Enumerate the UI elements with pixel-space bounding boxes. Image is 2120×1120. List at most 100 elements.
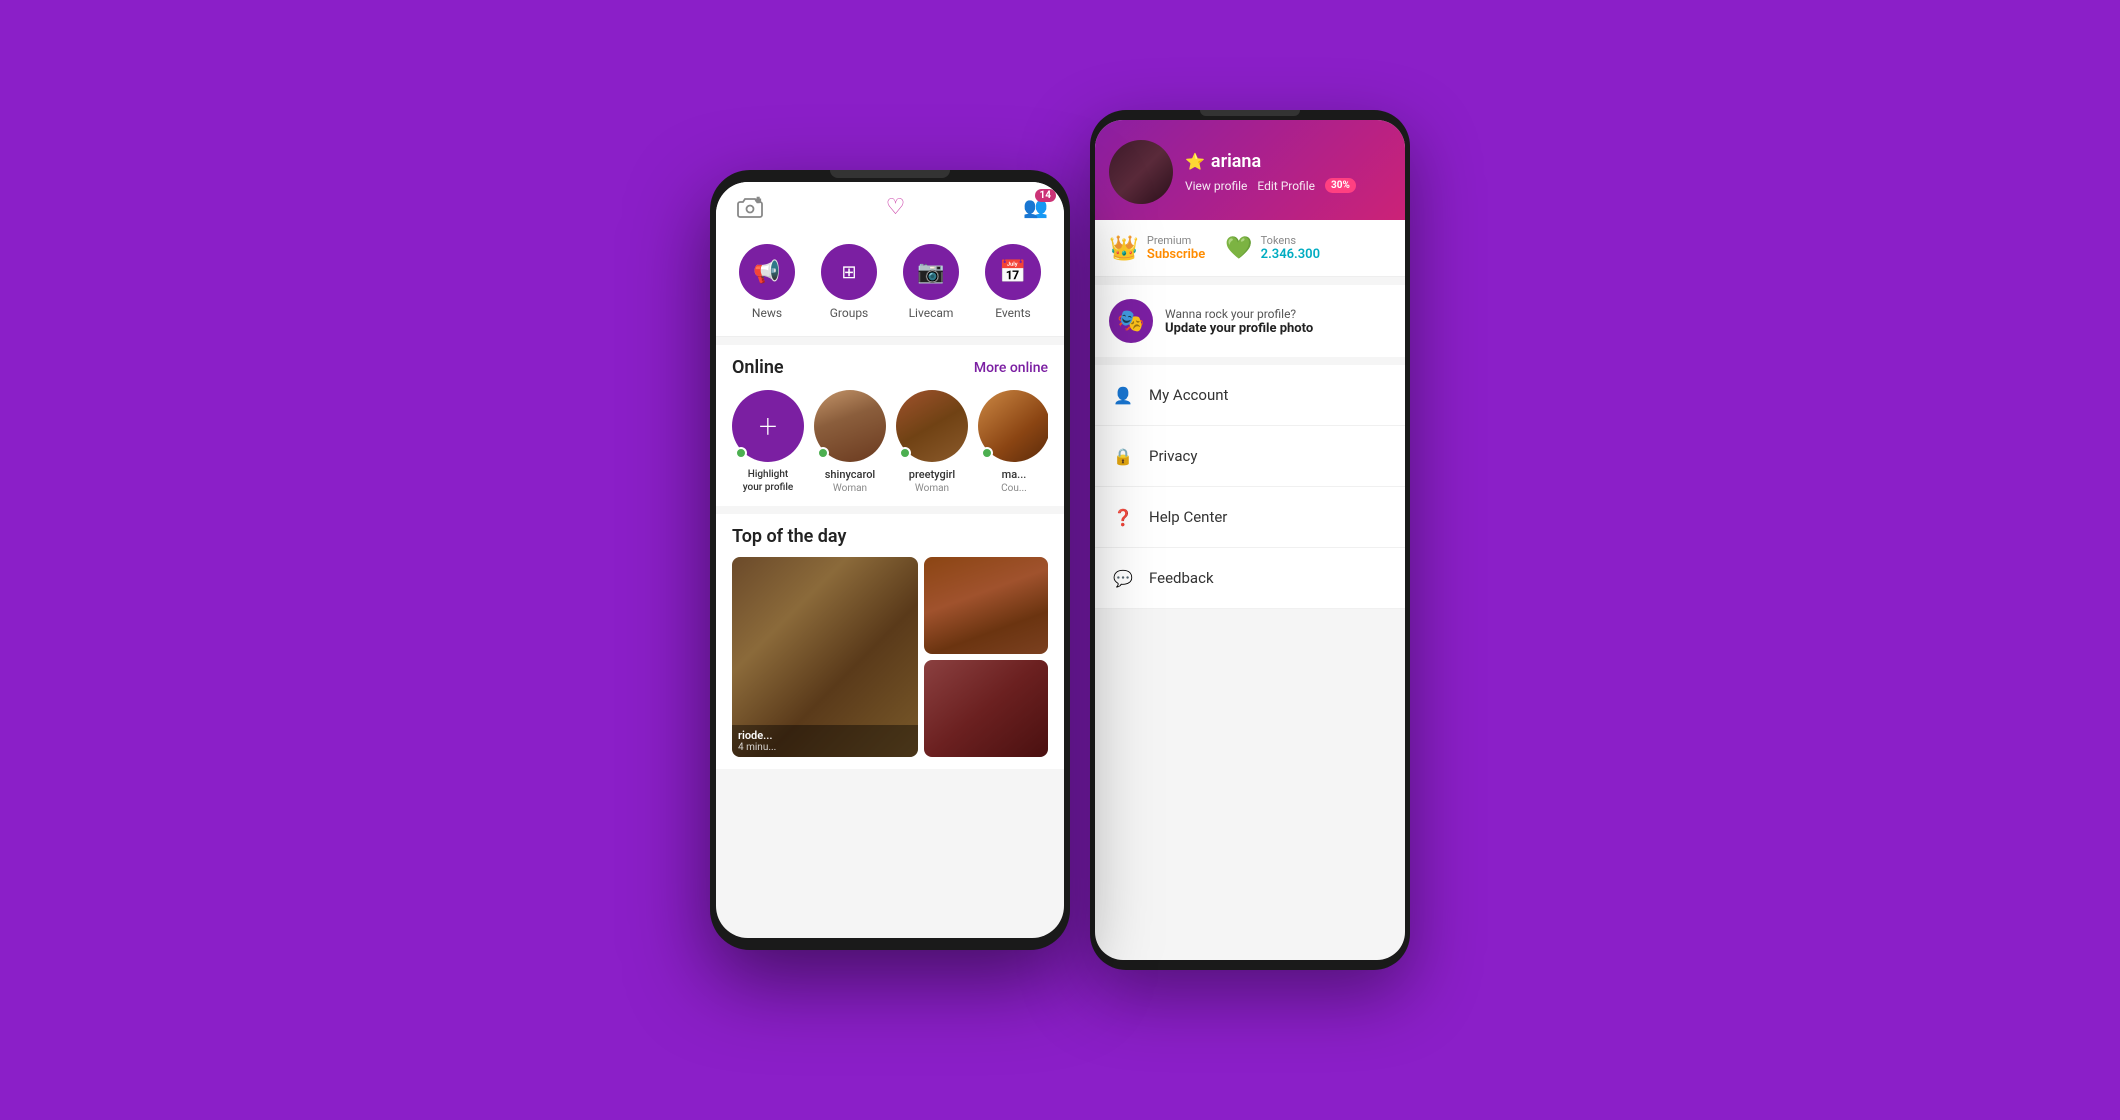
- profile-header: ⭐ ariana View profile Edit Profile 30%: [1095, 120, 1405, 220]
- subscribe-button[interactable]: Subscribe: [1147, 247, 1205, 262]
- profile-name-row: ⭐ ariana: [1185, 151, 1391, 172]
- phones-container: + ♡ 👥 14 📢 News: [710, 110, 1410, 1010]
- news-icon: 📢: [753, 260, 780, 285]
- nav-item-livecam[interactable]: 📷 Livecam: [903, 244, 959, 320]
- ma-sub: Cou...: [1001, 483, 1027, 494]
- status-bar: + ♡ 👥 14: [716, 182, 1064, 232]
- menu-item-my-account[interactable]: 👤 My Account: [1095, 365, 1405, 426]
- top-day-grid: riode... 4 minu...: [732, 557, 1048, 757]
- online-section: Online More online + Highlightyour profi…: [716, 345, 1064, 506]
- nav-label-news: News: [752, 306, 782, 320]
- online-dot-1: [817, 447, 829, 459]
- nav-icons-row: 📢 News ⊞ Groups 📷 Livecam: [716, 232, 1064, 337]
- nav-item-events[interactable]: 📅 Events: [985, 244, 1041, 320]
- profile-info: ⭐ ariana View profile Edit Profile 30%: [1185, 151, 1391, 193]
- nav-item-groups[interactable]: ⊞ Groups: [821, 244, 877, 320]
- menu-item-feedback[interactable]: 💬 Feedback: [1095, 548, 1405, 609]
- online-title: Online: [732, 357, 784, 378]
- people-notification[interactable]: 👥 14: [1023, 195, 1048, 219]
- tokens-section: 💚 Tokens 2.346.300: [1225, 234, 1320, 262]
- premium-tokens-row: 👑 Premium Subscribe 💚 Tokens 2.346.300: [1095, 220, 1405, 277]
- menu-item-privacy[interactable]: 🔒 Privacy: [1095, 426, 1405, 487]
- edit-profile-button[interactable]: Edit Profile: [1257, 179, 1315, 193]
- top-card-small-2[interactable]: [924, 660, 1048, 757]
- phone-1-notch: [830, 170, 950, 178]
- my-account-icon: 👤: [1109, 381, 1137, 409]
- nav-label-livecam: Livecam: [909, 306, 954, 320]
- notification-badge: 14: [1035, 189, 1056, 202]
- feedback-icon: 💬: [1109, 564, 1137, 592]
- shinycarol-name: shinycarol: [825, 468, 875, 481]
- phone-2-screen: ⭐ ariana View profile Edit Profile 30% 👑…: [1095, 120, 1405, 960]
- profile-avatar-bg: [1109, 140, 1173, 204]
- privacy-icon: 🔒: [1109, 442, 1137, 470]
- highlight-profile-item[interactable]: + Highlightyour profile: [732, 390, 804, 494]
- update-profile-card[interactable]: 🎭 Wanna rock your profile? Update your p…: [1095, 285, 1405, 357]
- update-photo-text: Update your profile photo: [1165, 321, 1313, 336]
- heart-icon[interactable]: ♡: [886, 195, 906, 220]
- nav-item-news[interactable]: 📢 News: [739, 244, 795, 320]
- online-users-list: + Highlightyour profile: [732, 390, 1048, 494]
- camera-plus-icon[interactable]: +: [732, 189, 768, 225]
- groups-circle: ⊞: [821, 244, 877, 300]
- add-avatar-wrap: +: [732, 390, 804, 462]
- heart-token-icon: 💚: [1225, 236, 1252, 261]
- help-center-label: Help Center: [1149, 508, 1227, 526]
- top-card-large[interactable]: riode... 4 minu...: [732, 557, 918, 757]
- online-dot-2: [899, 447, 911, 459]
- top-day-title: Top of the day: [732, 526, 1048, 547]
- premium-info: Premium Subscribe: [1147, 234, 1205, 262]
- events-icon: 📅: [999, 260, 1026, 285]
- profile-avatar[interactable]: [1109, 140, 1173, 204]
- view-profile-button[interactable]: View profile: [1185, 179, 1247, 193]
- online-dot-3: [981, 447, 993, 459]
- user-shinycarol[interactable]: shinycarol Woman: [814, 390, 886, 494]
- card-overlay-large: riode... 4 minu...: [732, 725, 918, 757]
- livecam-icon: 📷: [917, 260, 944, 285]
- mask-icon: 🎭: [1109, 299, 1153, 343]
- menu-section: 👤 My Account 🔒 Privacy ❓ Help Center 💬 F…: [1095, 365, 1405, 609]
- privacy-label: Privacy: [1149, 447, 1197, 465]
- profile-name: ariana: [1211, 151, 1261, 172]
- more-online-link[interactable]: More online: [974, 360, 1048, 376]
- tokens-label: Tokens: [1261, 234, 1320, 247]
- menu-item-help-center[interactable]: ❓ Help Center: [1095, 487, 1405, 548]
- top-card-small-1[interactable]: [924, 557, 1048, 654]
- preetygirl-name: preetygirl: [909, 468, 955, 481]
- my-account-label: My Account: [1149, 386, 1228, 404]
- tokens-info: Tokens 2.346.300: [1261, 234, 1320, 262]
- user-ma[interactable]: ma... Cou...: [978, 390, 1048, 494]
- top-day-section: Top of the day riode... 4 minu...: [716, 514, 1064, 769]
- ma-name: ma...: [1002, 468, 1027, 481]
- svg-text:+: +: [756, 196, 761, 205]
- wanna-rock-text: Wanna rock your profile?: [1165, 307, 1313, 321]
- premium-label: Premium: [1147, 234, 1205, 247]
- phone-1: + ♡ 👥 14 📢 News: [710, 170, 1070, 950]
- camera-svg: +: [736, 196, 764, 218]
- events-circle: 📅: [985, 244, 1041, 300]
- tokens-value: 2.346.300: [1261, 247, 1320, 262]
- star-icon: ⭐: [1185, 152, 1205, 171]
- nav-label-groups: Groups: [830, 306, 869, 320]
- update-text-wrap: Wanna rock your profile? Update your pro…: [1165, 307, 1313, 336]
- phone-2: ⭐ ariana View profile Edit Profile 30% 👑…: [1090, 110, 1410, 970]
- profile-actions: View profile Edit Profile 30%: [1185, 178, 1391, 193]
- phone-2-notch: [1200, 110, 1300, 116]
- preetygirl-sub: Woman: [915, 483, 949, 494]
- nav-label-events: Events: [995, 306, 1031, 320]
- edit-progress-badge: 30%: [1325, 178, 1356, 193]
- feedback-label: Feedback: [1149, 569, 1214, 587]
- online-dot-0: [735, 447, 747, 459]
- help-center-icon: ❓: [1109, 503, 1137, 531]
- livecam-circle: 📷: [903, 244, 959, 300]
- crown-icon: 👑: [1109, 234, 1139, 262]
- phone-1-screen: + ♡ 👥 14 📢 News: [716, 182, 1064, 938]
- card-time-large: 4 minu...: [738, 742, 912, 753]
- news-circle: 📢: [739, 244, 795, 300]
- user-preetygirl[interactable]: preetygirl Woman: [896, 390, 968, 494]
- premium-section: 👑 Premium Subscribe: [1109, 234, 1205, 262]
- shinycarol-wrap: [814, 390, 886, 462]
- highlight-name: Highlightyour profile: [743, 468, 794, 494]
- online-header: Online More online: [732, 357, 1048, 378]
- groups-icon: ⊞: [841, 262, 856, 283]
